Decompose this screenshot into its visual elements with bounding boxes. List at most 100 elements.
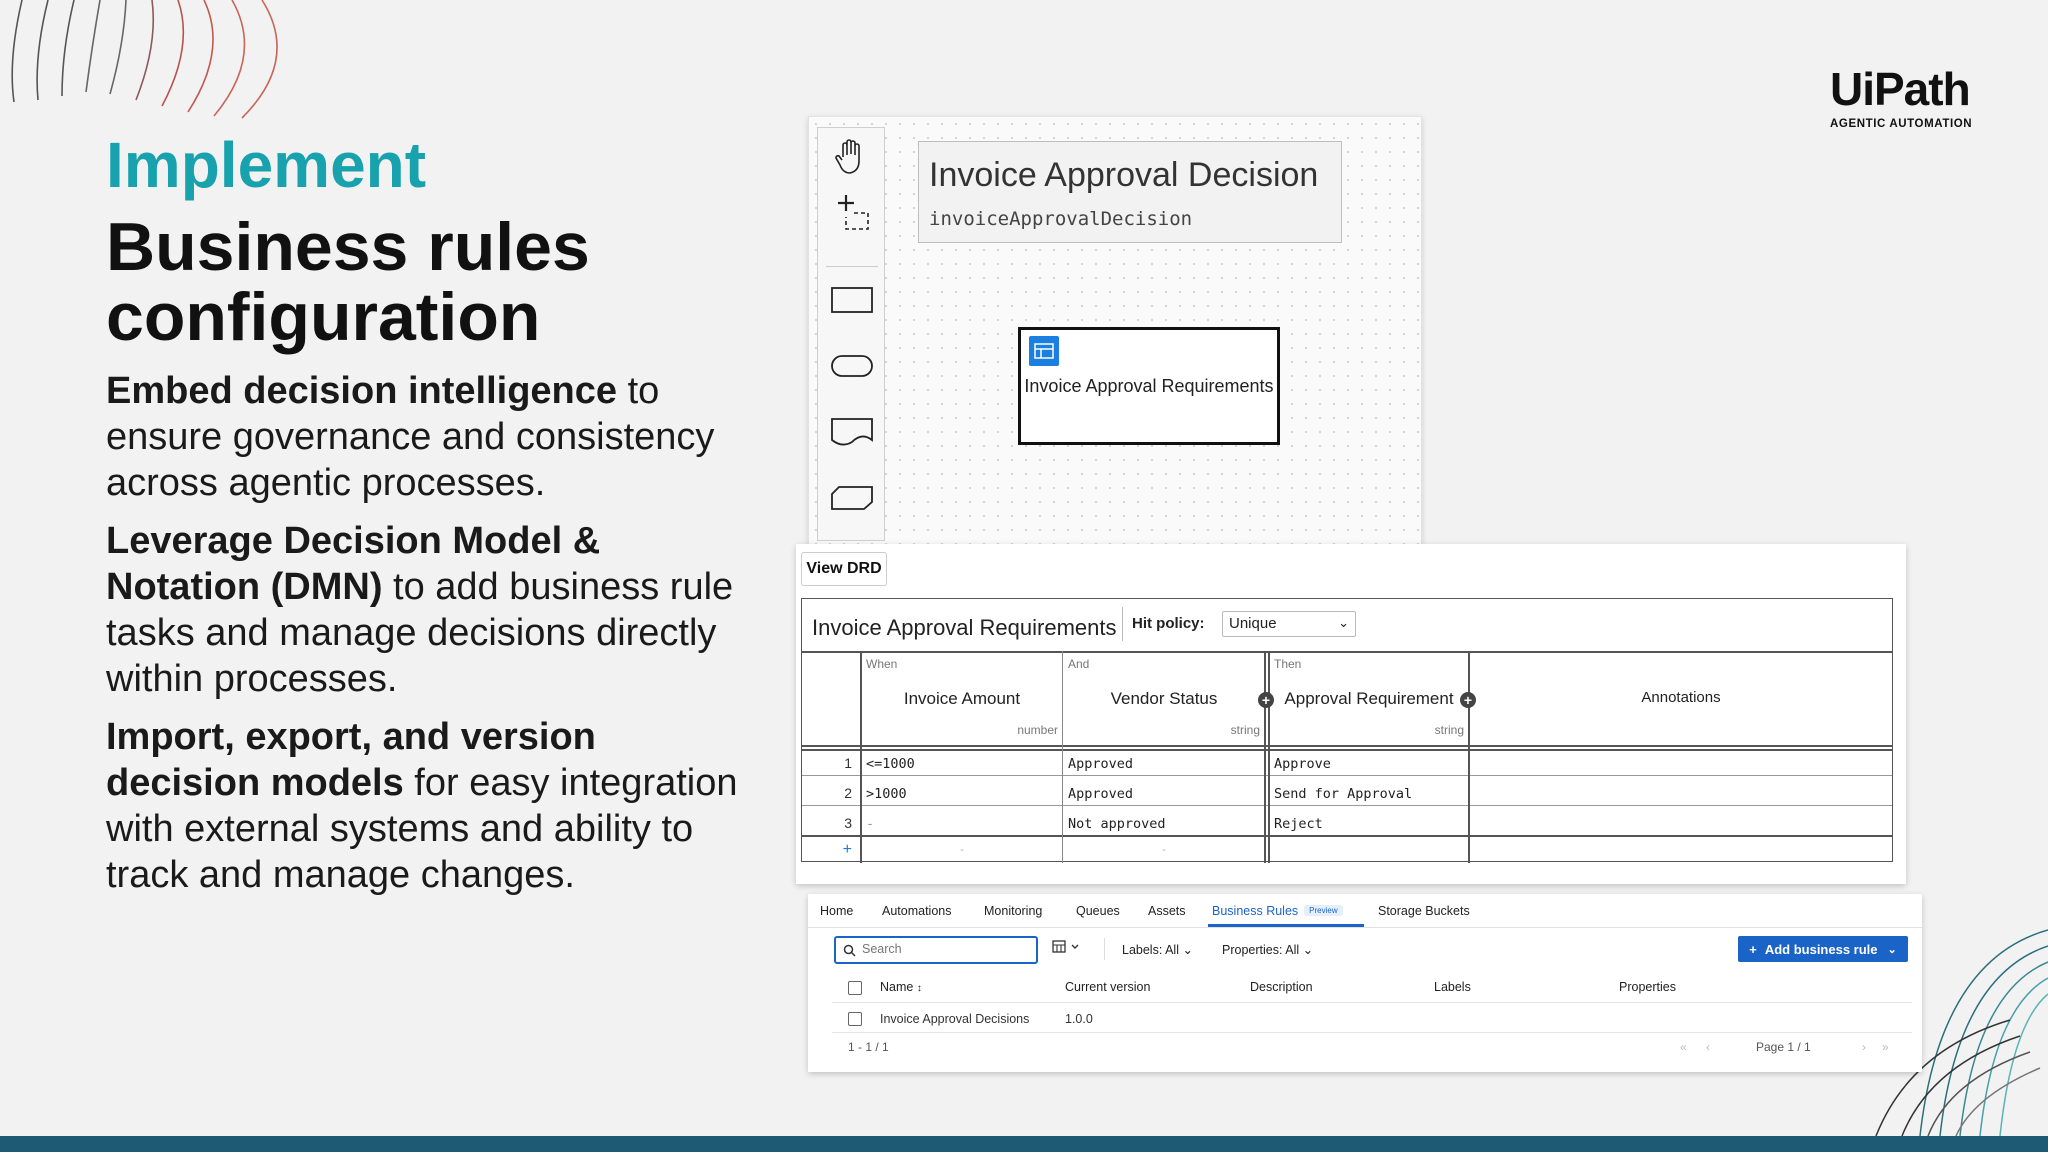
tab-business-rules[interactable]: Business Rules Preview [1212, 904, 1343, 918]
cell-vendor-status[interactable]: Not approved [1068, 816, 1166, 832]
clause-then: Then [1274, 657, 1302, 671]
hit-policy-select[interactable]: Unique ⌄ [1222, 611, 1356, 637]
column-type-vendor-status: string [1230, 723, 1260, 737]
pagination-range: 1 - 1 / 1 [848, 1040, 889, 1054]
paragraph-governance-bold: Embed decision intelligence [106, 370, 618, 412]
chevron-down-icon: ⌄ [1338, 615, 1349, 630]
input-data-shape-icon[interactable] [818, 338, 886, 394]
decision-table: Invoice Approval Requirements Hit policy… [801, 598, 1893, 863]
rule-name[interactable]: Invoice Approval Decisions [880, 1012, 1029, 1026]
logo-tagline: AGENTIC AUTOMATION [1830, 118, 1973, 130]
bkm-shape-icon[interactable] [818, 470, 886, 526]
page-indicator: Page 1 / 1 [1756, 1040, 1811, 1054]
tab-assets[interactable]: Assets [1148, 904, 1186, 918]
uipath-logo: UiPath AGENTIC AUTOMATION [1830, 62, 1980, 130]
chevron-down-icon: ⌄ [1182, 943, 1193, 957]
decision-node-invoice-approval-requirements[interactable]: Invoice Approval Requirements [1018, 327, 1280, 445]
add-business-rule-button[interactable]: + Add business rule ⌄ [1738, 936, 1908, 962]
chevron-down-icon: ⌄ [1302, 943, 1314, 957]
cell-approval-requirement[interactable]: Reject [1274, 816, 1323, 832]
preview-badge: Preview [1304, 905, 1343, 916]
clause-and: And [1068, 657, 1090, 671]
decision-title: Invoice Approval Decision [929, 156, 1319, 194]
column-header-annotations: Annotations [1641, 689, 1721, 706]
decision-table-icon[interactable] [1029, 336, 1059, 366]
column-type-approval-requirement: string [1434, 723, 1464, 737]
column-picker-button[interactable] [1052, 940, 1080, 957]
column-header-description: Description [1250, 980, 1313, 994]
tab-home[interactable]: Home [820, 904, 853, 918]
decorative-arcs-top-left [11, 0, 278, 119]
add-row-button[interactable]: + [832, 841, 852, 859]
logo-wordmark: UiPath [1830, 63, 1971, 115]
prev-page-icon[interactable]: ‹ [1706, 1040, 1710, 1054]
column-header-current-version: Current version [1065, 980, 1151, 994]
column-header-labels: Labels [1434, 980, 1471, 994]
decision-shape-icon[interactable] [818, 272, 886, 328]
drd-palette [817, 127, 885, 541]
sort-icon: ↕ [916, 983, 922, 994]
tab-storage-buckets[interactable]: Storage Buckets [1378, 904, 1470, 918]
column-type-invoice-amount: number [1017, 723, 1058, 737]
cell-approval-requirement[interactable]: Approve [1274, 756, 1331, 772]
clause-when: When [866, 657, 898, 671]
column-header-vendor-status[interactable]: Vendor Status [1064, 689, 1264, 709]
decision-table-name[interactable]: Invoice Approval Requirements [812, 615, 1117, 641]
tab-business-rules-label: Business Rules [1212, 904, 1299, 918]
orchestrator-business-rules-panel: Home Automations Monitoring Queues Asset… [808, 894, 1922, 1072]
footer-bar [0, 1136, 2048, 1152]
properties-filter[interactable]: Properties: All ⌄ [1222, 942, 1313, 957]
row-number: 3 [844, 815, 852, 831]
cell-approval-requirement[interactable]: Send for Approval [1274, 786, 1412, 802]
select-all-checkbox[interactable] [848, 981, 862, 995]
lasso-select-icon[interactable] [818, 184, 886, 240]
slide-title-line-1: Business rules [106, 209, 590, 285]
knowledge-source-shape-icon[interactable] [818, 404, 886, 460]
tab-monitoring[interactable]: Monitoring [984, 904, 1042, 918]
row-number: 2 [844, 785, 852, 801]
decision-table-panel: View DRD Invoice Approval Requirements H… [796, 544, 1906, 884]
paragraph-dmn: Leverage Decision Model & Notation (DMN)… [106, 518, 746, 702]
tab-queues[interactable]: Queues [1076, 904, 1120, 918]
first-page-icon[interactable]: « [1680, 1040, 1687, 1054]
table-columns-icon [1052, 940, 1079, 953]
cell-invoice-amount[interactable]: - [866, 816, 874, 832]
tab-automations[interactable]: Automations [882, 904, 951, 918]
hit-policy-label: Hit policy: [1132, 615, 1205, 632]
empty-cell: - [958, 843, 966, 856]
eyebrow-heading: Implement [106, 129, 427, 201]
empty-cell: - [1160, 843, 1168, 856]
column-header-invoice-amount[interactable]: Invoice Amount [862, 689, 1062, 709]
active-tab-indicator [1208, 924, 1364, 927]
view-drd-button[interactable]: View DRD [801, 552, 887, 586]
last-page-icon[interactable]: » [1882, 1040, 1889, 1054]
paragraph-versioning: Import, export, and version decision mod… [106, 714, 746, 898]
decision-element[interactable]: Invoice Approval Decision invoiceApprova… [918, 141, 1342, 243]
row-checkbox[interactable] [848, 1012, 862, 1026]
column-header-approval-requirement[interactable]: Approval Requirement [1270, 689, 1468, 709]
cell-invoice-amount[interactable]: >1000 [866, 786, 907, 802]
column-header-name[interactable]: Name ↕ [880, 980, 922, 994]
search-input[interactable] [834, 936, 1038, 964]
labels-filter-label: Labels: All [1122, 943, 1179, 957]
search-field[interactable] [862, 942, 1032, 956]
cell-vendor-status[interactable]: Approved [1068, 756, 1133, 772]
slide-title: Business rules configuration [106, 212, 806, 352]
hand-tool-icon[interactable] [818, 128, 886, 184]
hit-policy-value: Unique [1229, 615, 1277, 632]
drd-canvas[interactable]: Invoice Approval Decision invoiceApprova… [808, 116, 1422, 546]
cell-invoice-amount[interactable]: <=1000 [866, 756, 915, 772]
paragraph-governance: Embed decision intelligence to ensure go… [106, 368, 746, 506]
decision-node-label: Invoice Approval Requirements [1024, 376, 1274, 396]
search-icon [843, 944, 856, 957]
decision-id: invoiceApprovalDecision [929, 208, 1193, 230]
slide-title-line-2: configuration [106, 279, 541, 355]
add-business-rule-label: Add business rule [1764, 941, 1878, 957]
cell-vendor-status[interactable]: Approved [1068, 786, 1133, 802]
next-page-icon[interactable]: › [1862, 1040, 1866, 1054]
labels-filter[interactable]: Labels: All ⌄ [1122, 942, 1193, 957]
rule-version: 1.0.0 [1065, 1012, 1093, 1026]
chevron-down-icon: ⌄ [1887, 943, 1897, 956]
column-header-name-label: Name [880, 980, 914, 994]
properties-filter-label: Properties: All [1222, 943, 1300, 957]
